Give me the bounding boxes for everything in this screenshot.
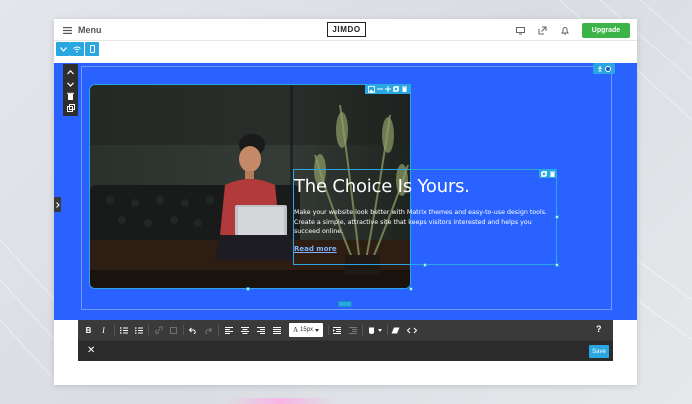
move-up-icon[interactable] [65,67,76,78]
image-settings-icon[interactable] [367,85,375,93]
menu-button[interactable]: Menu [63,22,102,38]
zoom-in-icon[interactable] [384,86,391,93]
hero-headline[interactable]: The Choice Is Yours. [294,176,554,197]
hero-body-text[interactable]: Make your website look better with Matri… [294,208,559,237]
unlink-icon[interactable] [169,324,178,336]
font-size-select[interactable]: A 15px [289,323,323,337]
decorative-glow [225,398,335,404]
accessibility-toggle[interactable] [593,63,615,74]
caret-down-icon [315,328,320,332]
align-justify-icon[interactable] [272,324,281,336]
resize-handle[interactable] [423,263,427,267]
indent-icon[interactable] [332,324,341,336]
separator [328,325,329,335]
mobile-icon[interactable] [85,42,99,56]
save-button[interactable]: Save [589,345,609,358]
toggle-dot [605,65,611,72]
read-more-link[interactable]: Read more [294,245,337,253]
expand-panel-tab[interactable] [54,197,61,212]
duplicate-icon[interactable] [65,103,76,114]
clear-format-icon[interactable] [391,324,400,336]
italic-icon[interactable]: I [99,324,108,336]
hamburger-icon [63,26,72,34]
separator [218,325,219,335]
separator [183,325,184,335]
image-toolbar [365,84,411,94]
separator [148,325,149,335]
delete-icon[interactable] [401,86,408,93]
top-bar: Menu JIMDO Upgrade [54,19,637,41]
zoom-out-icon[interactable] [376,86,383,93]
formatting-row: B I A 15px ? [78,320,613,340]
trash-icon[interactable] [65,91,76,102]
font-size-icon: A [292,326,299,334]
copy-icon[interactable] [393,86,400,93]
move-down-icon[interactable] [65,79,76,90]
ordered-list-icon[interactable] [119,324,128,336]
align-right-icon[interactable] [256,324,265,336]
resize-handle[interactable] [555,215,559,219]
resize-handle[interactable] [246,287,250,291]
resize-handle[interactable] [409,287,413,291]
desktop-preview-icon[interactable] [515,25,526,36]
section-controls [63,64,78,116]
bullet-list-icon[interactable] [134,324,143,336]
wifi-icon[interactable] [70,42,84,56]
rich-text-toolbar: B I A 15px ? ✕ Save [78,320,613,361]
code-icon[interactable] [407,324,417,336]
resize-handle[interactable] [555,263,559,267]
upgrade-button[interactable]: Upgrade [582,23,630,38]
redo-icon[interactable] [203,324,212,336]
link-icon[interactable] [154,324,163,336]
accessibility-icon [598,65,602,72]
chevron-right-icon [55,201,60,208]
editor-window: Menu JIMDO Upgrade The Choice Is Yours. … [54,19,637,385]
chevron-down-icon[interactable] [56,42,70,56]
separator [362,325,363,335]
align-center-icon[interactable] [240,324,249,336]
undo-icon[interactable] [188,324,197,336]
hero-section[interactable]: The Choice Is Yours. Make your website l… [54,63,637,320]
font-size-value: 15px [300,327,314,333]
help-button[interactable]: ? [596,324,602,334]
close-icon[interactable]: ✕ [87,345,95,356]
external-link-icon[interactable] [537,25,548,36]
add-section-button[interactable] [338,301,352,307]
menu-label: Menu [78,25,102,35]
separator [114,325,115,335]
action-row: ✕ Save [78,341,613,361]
text-color-picker[interactable] [367,324,383,336]
align-left-icon[interactable] [224,324,233,336]
separator [387,325,388,335]
jimdo-logo[interactable]: JIMDO [327,22,366,37]
bell-icon[interactable] [559,25,570,36]
bold-icon[interactable]: B [84,324,93,336]
device-toolbar [54,41,637,62]
outdent-icon[interactable] [348,324,357,336]
